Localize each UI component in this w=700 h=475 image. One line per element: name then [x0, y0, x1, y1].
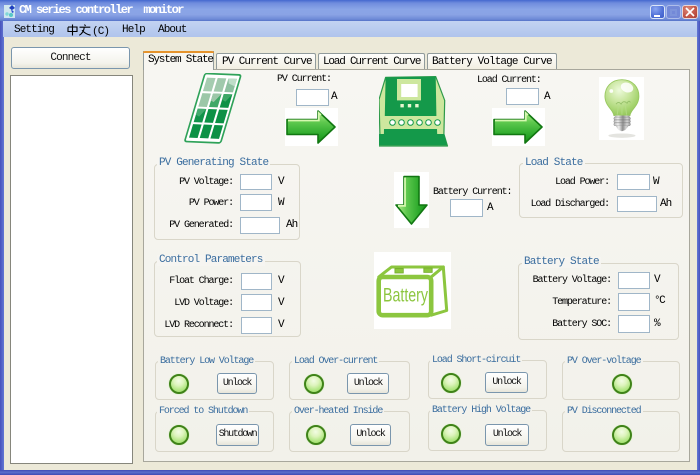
svg-text:Battery: Battery — [383, 285, 428, 307]
svg-text:(C): (C) — [92, 26, 109, 37]
